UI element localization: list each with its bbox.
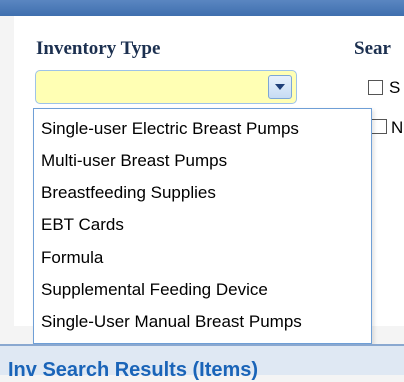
dropdown-option[interactable]: Supplemental Feeding Device: [41, 280, 268, 300]
dropdown-option[interactable]: Single-user Electric Breast Pumps: [41, 119, 299, 139]
inventory-type-select[interactable]: [35, 70, 297, 104]
search-checkbox-1[interactable]: [368, 80, 383, 95]
inventory-type-label: Inventory Type: [36, 38, 161, 59]
dropdown-option[interactable]: Multi-user Breast Pumps: [41, 151, 227, 171]
dropdown-option[interactable]: Formula: [41, 248, 103, 268]
search-label: Sear: [354, 38, 391, 59]
top-header-bar: [0, 0, 404, 16]
dropdown-toggle-button[interactable]: [268, 75, 292, 99]
dropdown-option[interactable]: Breastfeeding Supplies: [41, 183, 216, 203]
search-checkbox-1-label: S: [389, 78, 401, 97]
inventory-type-dropdown-list: Single-user Electric Breast Pumps Multi-…: [33, 108, 372, 344]
dropdown-option[interactable]: EBT Cards: [41, 215, 124, 235]
search-checkbox-2[interactable]: [372, 119, 387, 134]
search-results-title: Inv Search Results (Items): [8, 359, 259, 381]
search-checkbox-2-label: N: [391, 118, 404, 137]
chevron-down-icon: [275, 84, 285, 90]
dropdown-option[interactable]: Single-User Manual Breast Pumps: [41, 312, 302, 332]
